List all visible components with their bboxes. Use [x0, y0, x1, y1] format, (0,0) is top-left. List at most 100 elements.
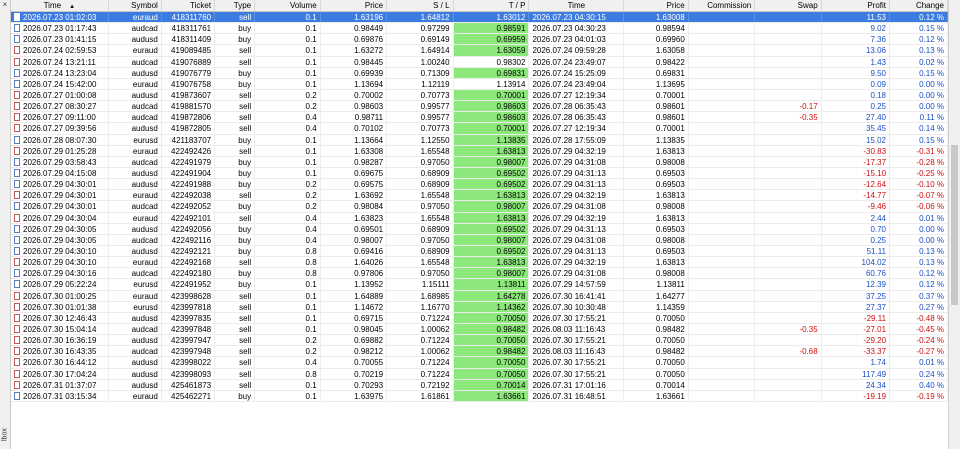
table-row[interactable]: 2026.07.29 04:30:05 audcad 422492116 buy 0.4…: [11, 234, 948, 246]
cell-price: 0.98711: [321, 112, 388, 123]
cell-price: 1.14672: [321, 301, 388, 312]
col-ticket-header[interactable]: Ticket: [162, 0, 216, 11]
cell-price: 0.70002: [321, 89, 388, 101]
table-row[interactable]: 2026.07.29 04:30:16 audcad 422492180 buy 0.8…: [11, 268, 948, 280]
cell-price: 0.69939: [321, 67, 388, 78]
table-row[interactable]: 2026.07.24 13:23:04 audusd 419076779 buy 0.1…: [11, 67, 948, 79]
open-time: 2026.07.29 04:30:10: [23, 258, 97, 268]
table-row[interactable]: 2026.07.29 05:22:24 eurusd 422491952 buy 0.1…: [11, 279, 948, 291]
table-row[interactable]: 2026.07.30 12:46:43 audusd 423997835 sell 0.…: [11, 312, 948, 324]
table-row[interactable]: 2026.07.29 04:30:01 euraud 422492038 sell 0.…: [11, 190, 948, 202]
cell-change: -0.48 %: [890, 312, 948, 323]
table-row[interactable]: 2026.07.30 16:43:35 audcad 423997948 sell 0.…: [11, 346, 948, 358]
cell-profit: 27.40: [822, 112, 891, 123]
cell-time: 2026.07.29 01:25:28: [11, 145, 109, 156]
table-row[interactable]: 2026.07.29 03:58:43 audcad 422491979 buy 0.1…: [11, 156, 948, 168]
cell-time2: 2026.07.30 17:55:21: [529, 368, 625, 379]
col-volume-header[interactable]: Volume: [255, 0, 321, 11]
scrollbar-thumb[interactable]: [951, 145, 958, 305]
table-row[interactable]: 2026.07.29 04:30:04 euraud 422492101 sell 0.…: [11, 212, 948, 224]
toolbox-label[interactable]: lbox: [0, 425, 10, 445]
table-row[interactable]: 2026.07.29 01:25:28 euraud 422492426 sell 0.…: [11, 145, 948, 157]
cell-change: -0.19 %: [890, 390, 948, 401]
table-row[interactable]: 2026.07.30 01:00:25 euraud 423998628 sell 0.…: [11, 290, 948, 302]
col-commission-header[interactable]: Commission: [689, 0, 756, 11]
cell-commission: [689, 56, 756, 67]
col-swap-header[interactable]: Swap: [755, 0, 822, 11]
cell-volume: 0.4: [255, 357, 321, 368]
cell-type: sell: [215, 335, 256, 346]
cell-tp: 0.69502: [453, 245, 530, 257]
cell-swap: [755, 67, 822, 78]
table-row[interactable]: 2026.07.29 04:30:10 euraud 422492168 sell 0.…: [11, 257, 948, 269]
cell-ticket: 422491904: [162, 167, 216, 179]
table-row[interactable]: 2026.07.30 16:36:19 audusd 423997947 sell 0.…: [11, 335, 948, 347]
table-row[interactable]: 2026.07.27 09:11:00 audcad 419872806 sell 0.…: [11, 112, 948, 124]
table-row[interactable]: 2026.07.30 15:04:14 audcad 423997848 sell 0.…: [11, 323, 948, 336]
table-row[interactable]: 2026.07.29 04:15:08 audusd 422491904 buy 0.1…: [11, 167, 948, 180]
table-row[interactable]: 2026.07.29 04:30:01 audcad 422492052 buy 0.2…: [11, 201, 948, 213]
col-close-price-header[interactable]: Price: [624, 0, 689, 11]
cell-price: 1.63308: [321, 145, 388, 156]
table-row[interactable]: 2026.07.27 08:30:27 audcad 419881570 sell 0.…: [11, 101, 948, 113]
cell-symbol: eurusd: [109, 134, 162, 145]
table-row[interactable]: 2026.07.30 17:04:24 audusd 423998093 sell 0.…: [11, 368, 948, 380]
col-type-header[interactable]: Type: [215, 0, 256, 11]
cell-time2: 2026.07.29 04:32:19: [529, 212, 625, 223]
table-row[interactable]: 2026.07.28 08:07:30 eurusd 421183707 buy 0.1…: [11, 134, 948, 146]
cell-profit: 15.02: [822, 134, 891, 145]
table-row[interactable]: 2026.07.30 16:44:12 audusd 423998022 sell 0.…: [11, 357, 948, 369]
cell-price2: 1.63813: [624, 212, 689, 223]
col-time-header[interactable]: Time ▲: [11, 0, 109, 11]
sell-order-icon: [14, 113, 20, 122]
table-row[interactable]: 2026.07.29 04:30:10 audusd 422492121 buy 0.8…: [11, 245, 948, 258]
table-row[interactable]: 2026.07.24 02:59:53 euraud 419089485 sell 0.…: [11, 45, 948, 57]
cell-commission: [689, 167, 756, 179]
cell-ticket: 423997818: [162, 301, 216, 312]
open-time: 2026.07.30 16:36:19: [23, 336, 97, 346]
col-close-time-header[interactable]: Time: [529, 0, 625, 11]
cell-ticket: 422492052: [162, 201, 216, 212]
vertical-scrollbar[interactable]: [948, 0, 960, 449]
close-icon[interactable]: ×: [1, 1, 9, 9]
col-profit-header[interactable]: Profit: [822, 0, 891, 11]
cell-price: 1.63272: [321, 45, 388, 56]
cell-time: 2026.07.29 04:30:16: [11, 268, 109, 279]
cell-tp: 1.63813: [453, 145, 530, 156]
cell-time2: 2026.07.24 15:25:09: [529, 67, 625, 78]
buy-order-icon: [14, 68, 20, 77]
table-row[interactable]: 2026.07.31 03:15:34 euraud 425462271 buy 0.1…: [11, 390, 948, 402]
cell-price: 0.98603: [321, 101, 388, 112]
cell-ticket: 425462271: [162, 390, 216, 401]
cell-change: -0.25 %: [890, 167, 948, 179]
col-symbol-header[interactable]: Symbol: [109, 0, 162, 11]
cell-type: sell: [215, 101, 256, 112]
cell-commission: [689, 201, 756, 212]
table-row[interactable]: 2026.07.24 13:21:11 audcad 419076889 sell 0.…: [11, 56, 948, 68]
open-time: 2026.07.30 17:04:24: [23, 369, 97, 379]
cell-type: sell: [215, 257, 256, 268]
table-row[interactable]: 2026.07.31 01:37:07 audusd 425461873 sell 0.…: [11, 379, 948, 391]
table-row[interactable]: 2026.07.27 09:39:56 audusd 419872805 sell 0.…: [11, 123, 948, 135]
table-row[interactable]: 2026.07.30 01:01:38 eurusd 423997818 sell 0.…: [11, 301, 948, 313]
col-sl-header[interactable]: S / L: [387, 0, 454, 11]
cell-price: 1.63823: [321, 212, 388, 223]
table-row[interactable]: 2026.07.23 01:41:15 audusd 418311409 buy 0.1…: [11, 34, 948, 46]
cell-price2: 0.98008: [624, 156, 689, 167]
cell-tp: 1.63813: [453, 257, 530, 268]
table-row[interactable]: 2026.07.29 04:30:01 audusd 422491988 buy 0.2…: [11, 179, 948, 191]
table-row[interactable]: 2026.07.23 01:02:03 euraud 418311760 sell 0.…: [11, 12, 948, 24]
cell-swap: [755, 123, 822, 134]
sell-order-icon: [14, 191, 20, 200]
table-row[interactable]: 2026.07.29 04:30:05 audusd 422492056 buy 0.4…: [11, 223, 948, 235]
col-change-header[interactable]: Change: [890, 0, 948, 11]
table-row[interactable]: 2026.07.24 15:42:00 euraud 419076758 buy 0.1…: [11, 78, 948, 90]
table-row[interactable]: 2026.07.23 01:17:43 audcad 418311761 buy 0.1…: [11, 23, 948, 35]
table-row[interactable]: 2026.07.27 01:00:08 audusd 419873607 sell 0.…: [11, 89, 948, 102]
col-tp-header[interactable]: T / P: [454, 0, 530, 11]
cell-volume: 0.1: [255, 279, 321, 290]
cell-profit: 1.74: [822, 357, 891, 368]
col-price-header[interactable]: Price: [321, 0, 388, 11]
cell-sl: 1.12119: [387, 78, 454, 89]
cell-profit: 7.36: [822, 34, 891, 45]
